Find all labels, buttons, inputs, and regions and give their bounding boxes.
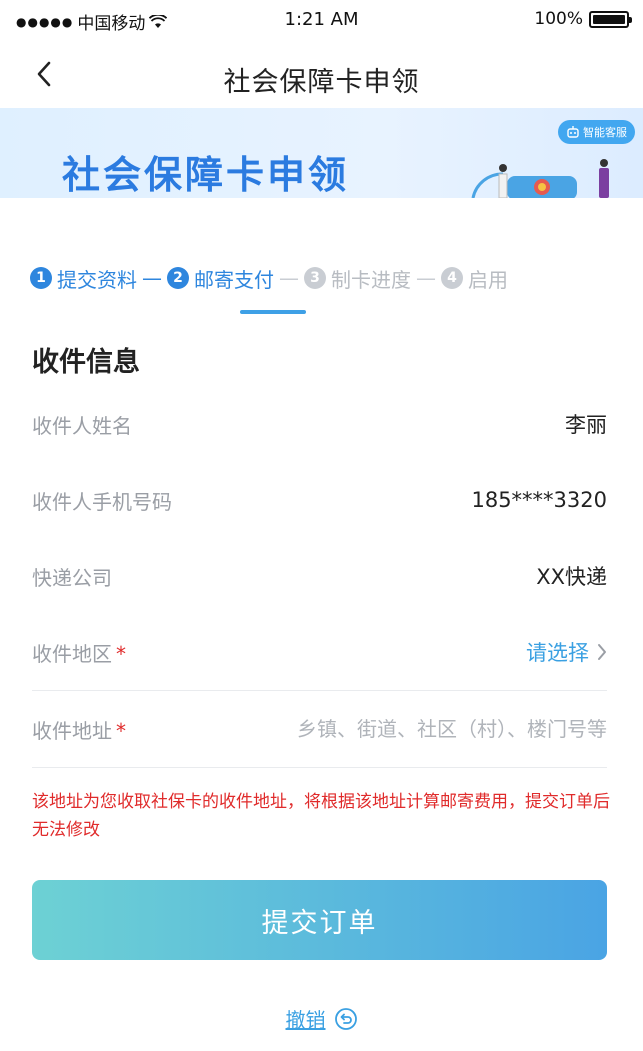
step-indicator: 1 提交资料 — 2 邮寄支付 — 3 制卡进度 — 4 启用 bbox=[30, 262, 620, 294]
recipient-phone-value: 185****3320 bbox=[471, 488, 607, 512]
address-notice: 该地址为您收取社保卡的收件地址，将根据该地址计算邮寄费用，提交订单后无法修改 bbox=[32, 792, 610, 840]
region-label: 收件地区 * bbox=[32, 638, 126, 667]
page-title: 社会保障卡申领 bbox=[223, 67, 420, 98]
region-select[interactable]: 请选择 bbox=[526, 637, 607, 667]
required-mark: * bbox=[116, 641, 126, 666]
chevron-right-icon bbox=[598, 644, 606, 660]
address-label-text: 收件地址 bbox=[32, 718, 112, 743]
step-label: 邮寄支付 bbox=[194, 267, 274, 292]
step-separator: — bbox=[416, 266, 436, 290]
step-label: 制卡进度 bbox=[331, 267, 411, 292]
undo-icon bbox=[334, 1007, 357, 1030]
cancel-link[interactable]: 撤销 bbox=[0, 1004, 643, 1033]
recipient-phone-label: 收件人手机号码 bbox=[32, 489, 172, 514]
step-number: 1 bbox=[30, 267, 52, 289]
step-number: 2 bbox=[167, 267, 189, 289]
submit-order-button[interactable]: 提交订单 bbox=[32, 880, 607, 960]
region-row[interactable]: 收件地区 * 请选择 bbox=[32, 614, 607, 690]
battery-info: 100% bbox=[534, 9, 632, 29]
courier-label: 快递公司 bbox=[32, 565, 112, 590]
status-bar: ●●●●● 中国移动 1:21 AM 100% bbox=[0, 0, 643, 42]
battery-percent: 100% bbox=[534, 9, 583, 29]
step-card-progress: 3 制卡进度 bbox=[304, 264, 411, 293]
address-row: 收件地址 * bbox=[32, 691, 607, 767]
courier-row: 快递公司 XX快递 bbox=[32, 538, 607, 614]
address-label: 收件地址 * bbox=[32, 715, 126, 744]
smart-service-label: 智能客服 bbox=[583, 126, 627, 139]
step-submit-info: 1 提交资料 bbox=[30, 264, 137, 293]
section-title: 收件信息 bbox=[32, 347, 140, 378]
recipient-name-value: 李丽 bbox=[565, 413, 607, 437]
step-separator: — bbox=[279, 266, 299, 290]
step-mail-pay: 2 邮寄支付 bbox=[167, 264, 274, 293]
banner-title: 社会保障卡申领 bbox=[62, 153, 350, 197]
required-mark: * bbox=[116, 718, 126, 743]
courier-value: XX快递 bbox=[536, 565, 607, 589]
nav-bar: 社会保障卡申领 bbox=[0, 42, 643, 108]
banner-illustration bbox=[471, 159, 609, 198]
step-activate: 4 启用 bbox=[441, 264, 508, 293]
step-separator: — bbox=[142, 266, 162, 290]
smart-service-button[interactable]: 智能客服 bbox=[558, 120, 635, 144]
step-number: 4 bbox=[441, 267, 463, 289]
recipient-name-label: 收件人姓名 bbox=[32, 413, 132, 438]
region-label-text: 收件地区 bbox=[32, 641, 112, 666]
recipient-name-row: 收件人姓名 李丽 bbox=[32, 386, 607, 462]
region-select-text: 请选择 bbox=[526, 641, 589, 665]
battery-icon bbox=[589, 10, 632, 28]
active-step-underline bbox=[240, 310, 306, 314]
step-label: 提交资料 bbox=[57, 267, 137, 292]
cancel-label: 撤销 bbox=[285, 1008, 326, 1032]
divider bbox=[32, 767, 607, 768]
robot-icon bbox=[567, 126, 579, 138]
address-input[interactable] bbox=[207, 717, 607, 741]
banner: 社会保障卡申领 智能客服 bbox=[0, 108, 643, 198]
battery-fill bbox=[593, 14, 625, 24]
step-label: 启用 bbox=[468, 267, 508, 292]
step-number: 3 bbox=[304, 267, 326, 289]
recipient-phone-row: 收件人手机号码 185****3320 bbox=[32, 462, 607, 538]
